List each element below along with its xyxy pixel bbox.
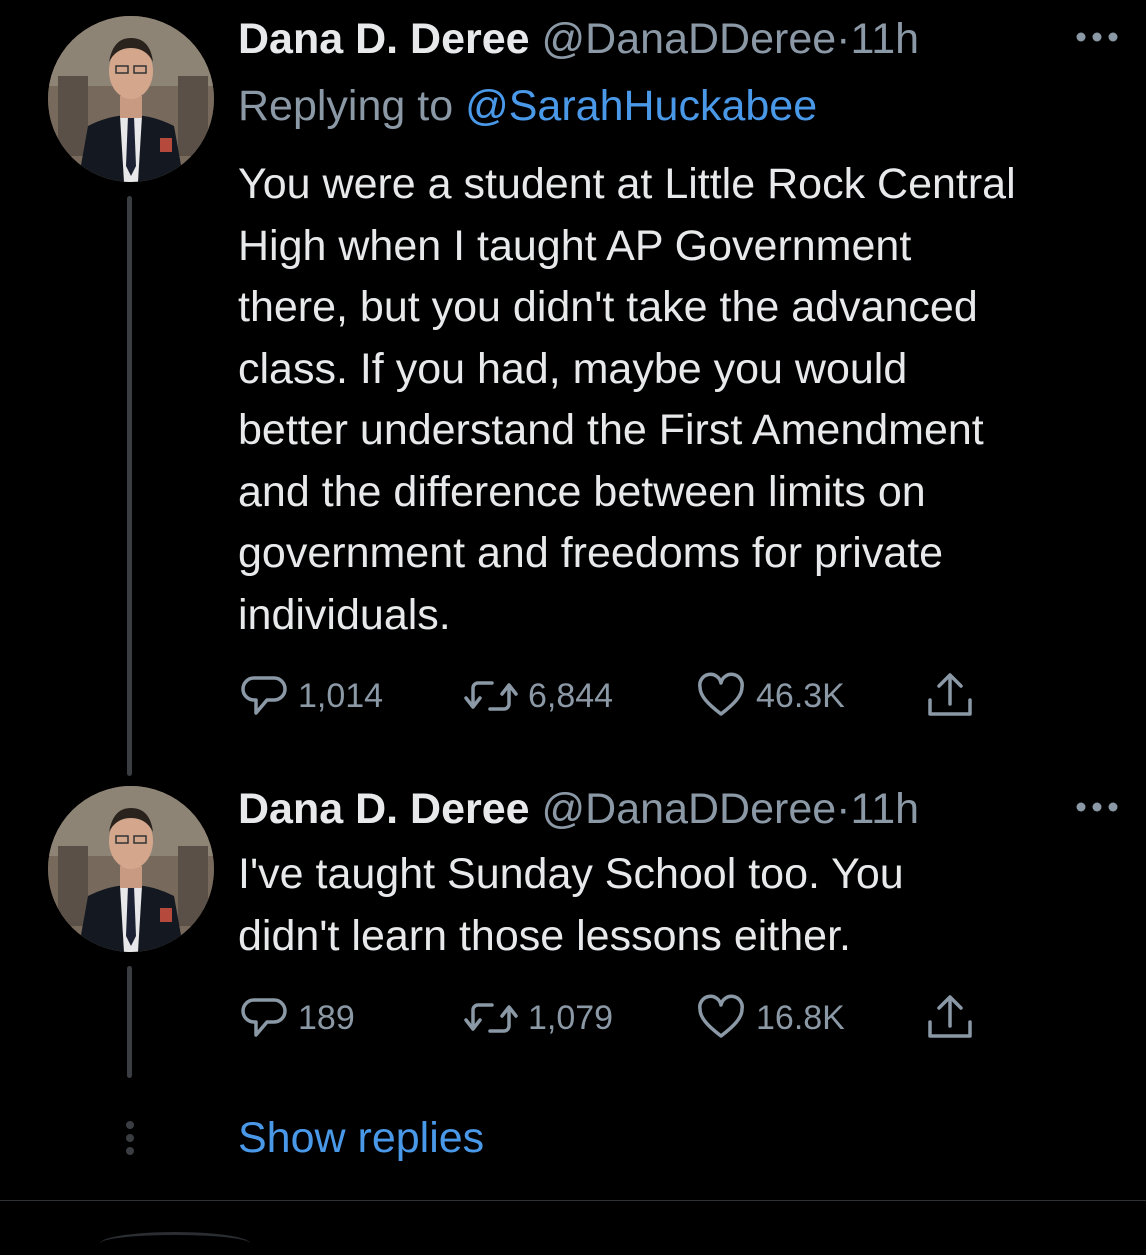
like-button[interactable]: 46.3K: [696, 670, 845, 722]
more-icon[interactable]: [1074, 800, 1120, 814]
tweet-header: Dana D. Deree @DanaDDeree·11h: [238, 14, 919, 64]
thread-line: [127, 196, 132, 776]
separator: ·: [836, 15, 851, 63]
share-button[interactable]: [924, 992, 986, 1044]
more-icon[interactable]: [1074, 30, 1120, 44]
like-button[interactable]: 16.8K: [696, 992, 845, 1044]
share-icon: [928, 673, 972, 716]
retweet-count: 6,844: [528, 676, 614, 715]
avatar[interactable]: [48, 786, 214, 952]
tweet-actions: 1,014 6,844 46.3K: [240, 670, 1000, 722]
share-button[interactable]: [924, 670, 986, 722]
avatar[interactable]: [48, 16, 214, 182]
author-name[interactable]: Dana D. Deree: [238, 785, 530, 833]
tweet-actions: 189 1,079 16.8K: [240, 992, 1000, 1044]
show-replies-link[interactable]: Show replies: [238, 1108, 484, 1168]
reply-icon: [241, 998, 287, 1037]
mention-link[interactable]: @SarahHuckabee: [465, 82, 817, 130]
reply-button[interactable]: 189: [240, 992, 355, 1044]
replying-to-label: Replying to: [238, 82, 454, 130]
like-count: 16.8K: [756, 998, 845, 1037]
tweet-text: You were a student at Little Rock Centra…: [238, 160, 1016, 639]
author-handle[interactable]: @DanaDDeree: [542, 785, 837, 833]
tweet-header: Dana D. Deree @DanaDDeree·11h: [238, 784, 919, 834]
like-count: 46.3K: [756, 676, 845, 715]
retweet-button[interactable]: 1,079: [464, 992, 613, 1044]
timestamp[interactable]: 11h: [850, 15, 919, 63]
author-name[interactable]: Dana D. Deree: [238, 15, 530, 63]
separator: ·: [836, 785, 851, 833]
retweet-count: 1,079: [528, 998, 614, 1037]
divider: [0, 1200, 1146, 1201]
thread-dots-icon: [126, 1121, 134, 1155]
timestamp[interactable]: 11h: [850, 785, 919, 833]
reply-count: 189: [298, 998, 355, 1037]
tweet-text: I've taught Sunday School too. You didn'…: [238, 850, 904, 960]
author-handle[interactable]: @DanaDDeree: [542, 15, 837, 63]
heart-icon: [698, 994, 744, 1038]
retweet-button[interactable]: 6,844: [464, 670, 613, 722]
retweet-icon: [464, 681, 518, 711]
replying-to: Replying to @SarahHuckabee: [238, 80, 817, 132]
next-tweet-avatar-edge: [100, 1232, 250, 1255]
thread-line: [127, 966, 132, 1078]
retweet-icon: [464, 1003, 518, 1033]
share-icon: [928, 995, 972, 1038]
reply-icon: [241, 676, 287, 715]
reply-count: 1,014: [298, 676, 384, 715]
reply-button[interactable]: 1,014: [240, 670, 383, 722]
heart-icon: [698, 672, 744, 716]
